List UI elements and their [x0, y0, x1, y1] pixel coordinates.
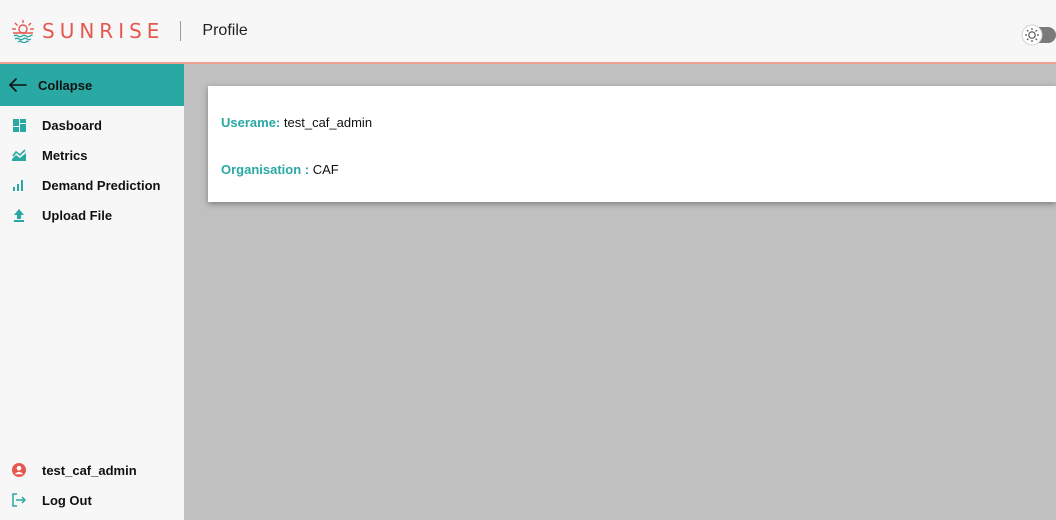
logout-button[interactable]: Log Out	[0, 485, 184, 515]
collapse-label: Collapse	[38, 77, 93, 93]
username-row: Userame: test_caf_admin	[221, 115, 372, 130]
page-title: Profile	[202, 22, 248, 39]
sidebar-footer: test_caf_admin Log Out	[0, 455, 184, 515]
sidebar-item-label: Metrics	[42, 147, 88, 163]
bar-chart-icon	[12, 178, 26, 192]
top-bar: SUNRISE Profile	[0, 0, 1056, 64]
logout-label: Log Out	[42, 492, 92, 508]
user-name: test_caf_admin	[42, 462, 137, 478]
sidebar-item-dashboard[interactable]: Dasboard	[0, 110, 184, 140]
theme-toggle-icon	[1021, 24, 1056, 46]
brand-name: SUNRISE	[42, 19, 165, 43]
logo[interactable]: SUNRISE	[10, 19, 164, 43]
organisation-value: CAF	[312, 162, 339, 177]
sidebar-item-demand-prediction[interactable]: Demand Prediction	[0, 170, 184, 200]
sidebar: Collapse Dasboard Metrics Demand Predict…	[0, 64, 184, 520]
user-profile-item[interactable]: test_caf_admin	[0, 455, 184, 485]
username-value: test_caf_admin	[283, 115, 373, 130]
header-divider	[180, 21, 182, 41]
sidebar-item-label: Upload File	[42, 207, 113, 223]
sidebar-item-label: Demand Prediction	[42, 177, 161, 193]
sidebar-item-label: Dasboard	[42, 117, 102, 133]
organisation-row: Organisation : CAF	[221, 162, 339, 177]
metrics-icon	[12, 148, 26, 162]
collapse-button[interactable]: Collapse	[0, 64, 184, 106]
theme-toggle[interactable]	[1020, 24, 1056, 46]
sunrise-logo-icon	[12, 20, 34, 43]
sidebar-item-upload-file[interactable]: Upload File	[0, 200, 184, 230]
username-label: Userame:	[221, 115, 281, 130]
dashboard-icon	[12, 118, 26, 132]
upload-icon	[12, 208, 26, 222]
organisation-label: Organisation :	[221, 162, 310, 177]
logout-icon	[12, 493, 26, 507]
sidebar-item-metrics[interactable]: Metrics	[0, 140, 184, 170]
profile-card: Userame: test_caf_admin Organisation : C…	[208, 86, 1056, 202]
arrow-left-icon	[8, 78, 27, 92]
user-icon	[12, 463, 26, 477]
